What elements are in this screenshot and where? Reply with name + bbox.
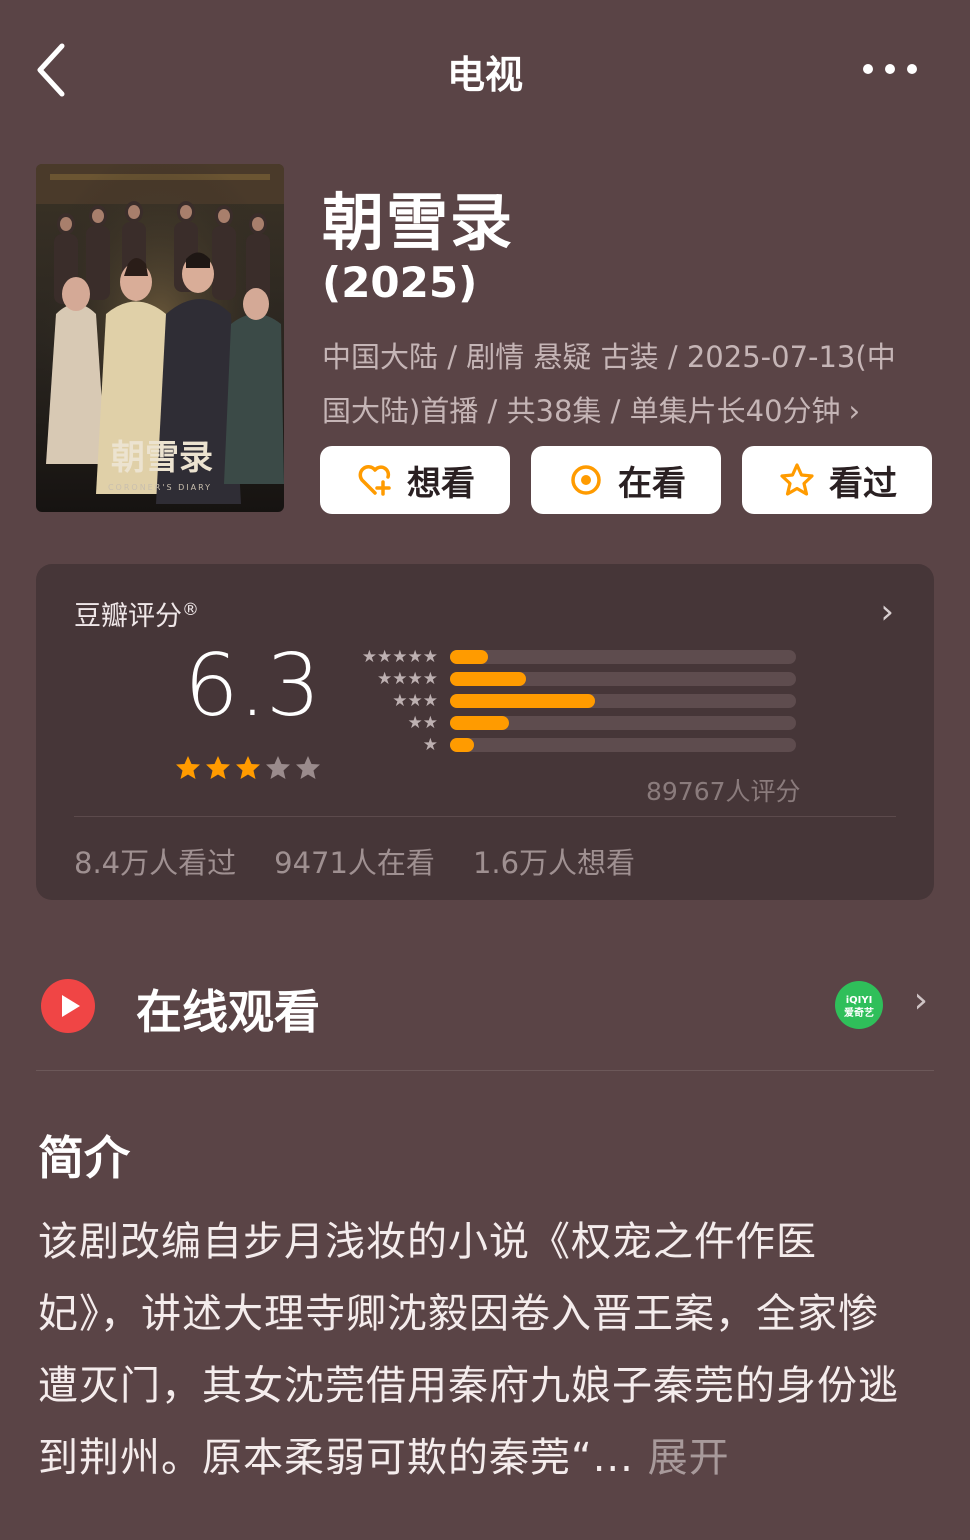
small-star-icon: ★ bbox=[407, 691, 423, 711]
rating-count: 89767人评分 bbox=[646, 777, 801, 806]
histogram-stars: ★ ★ ★ ★ ★ bbox=[348, 647, 438, 667]
stat-want[interactable]: 1.6万人想看 bbox=[473, 840, 635, 882]
want-to-watch-label: 想看 bbox=[407, 463, 475, 504]
show-meta-line-2: 国大陆)首播 / 共38集 / 单集片长40分钟 › bbox=[322, 384, 932, 438]
rating-label: 豆瓣评分® bbox=[74, 594, 199, 633]
chevron-right-icon[interactable]: › bbox=[914, 980, 928, 1021]
histogram-row-5-star: ★ ★ ★ ★ ★ bbox=[348, 647, 796, 667]
want-to-watch-button[interactable]: 想看 bbox=[320, 446, 510, 514]
registered-mark: ® bbox=[182, 600, 199, 620]
histogram-bar bbox=[450, 738, 475, 752]
histogram-bar bbox=[450, 716, 509, 730]
play-icon bbox=[41, 979, 95, 1033]
histogram-track bbox=[450, 694, 796, 708]
top-bar: 电视 bbox=[0, 0, 970, 140]
small-star-icon: ★ bbox=[422, 713, 438, 733]
watching-label: 在看 bbox=[618, 463, 686, 504]
histogram-stars: ★ ★ ★ ★ bbox=[348, 669, 438, 689]
star-empty-icon bbox=[296, 756, 320, 779]
more-horizontal-icon[interactable] bbox=[860, 58, 920, 80]
histogram-row-1-star: ★ bbox=[348, 735, 796, 755]
online-watch-row[interactable]: 在线观看 iQIYI 爱奇艺 › bbox=[36, 968, 934, 1042]
expand-link[interactable]: 展开 bbox=[648, 1435, 730, 1481]
small-star-icon: ★ bbox=[407, 647, 423, 667]
histogram-bar bbox=[450, 694, 596, 708]
histogram-track bbox=[450, 672, 796, 686]
poster-image[interactable]: 朝雪录 CORONER'S DIARY bbox=[36, 164, 284, 512]
star-filled-icon bbox=[236, 756, 260, 779]
histogram-bar bbox=[450, 672, 527, 686]
iqiyi-provider-name: 爱奇艺 bbox=[844, 1006, 874, 1019]
histogram-stars: ★ ★ ★ bbox=[348, 691, 438, 711]
small-star-icon: ★ bbox=[422, 735, 438, 755]
chevron-right-icon: › bbox=[848, 394, 861, 428]
rating-card[interactable]: 豆瓣评分® › 6.3 ★ ★ ★ ★ ★ ★ ★ ★ ★ ★ ★ ★ ★ ★ ★ 89767人评分 8.4… bbox=[36, 564, 934, 900]
show-meta[interactable]: 中国大陆 / 剧情 悬疑 古装 / 2025-07-13(中 国大陆)首播 / … bbox=[322, 330, 932, 438]
rating-stars bbox=[174, 754, 322, 782]
target-icon bbox=[571, 465, 601, 495]
rating-label-text: 豆瓣评分 bbox=[74, 601, 182, 632]
small-star-icon: ★ bbox=[422, 691, 438, 711]
small-star-icon: ★ bbox=[407, 713, 423, 733]
histogram-bar bbox=[450, 650, 489, 664]
histogram-row-3-star: ★ ★ ★ bbox=[348, 691, 796, 711]
show-name: 朝雪录 bbox=[322, 186, 515, 259]
heart-plus-icon bbox=[358, 465, 391, 496]
online-watch-label: 在线观看 bbox=[136, 985, 320, 1039]
stat-watching[interactable]: 9471人在看 bbox=[274, 840, 435, 882]
small-star-icon: ★ bbox=[422, 669, 438, 689]
watching-button[interactable]: 在看 bbox=[531, 446, 721, 514]
iqiyi-logo-text: iQIYI bbox=[846, 995, 873, 1006]
histogram-track bbox=[450, 738, 796, 752]
poster-english-title: CORONER'S DIARY bbox=[108, 483, 212, 492]
histogram-stars: ★ bbox=[348, 735, 438, 755]
intro-body: 该剧改编自步月浅妆的小说《权宠之仵作医妃》，讲述大理寺卿沈毅因卷入晋王案，全家惨… bbox=[38, 1219, 899, 1481]
chevron-right-icon[interactable]: › bbox=[880, 592, 894, 632]
intro-text: 该剧改编自步月浅妆的小说《权宠之仵作医妃》，讲述大理寺卿沈毅因卷入晋王案，全家惨… bbox=[38, 1206, 918, 1494]
poster-calligraphy: 朝雪录 bbox=[111, 438, 213, 478]
show-meta-line-2-text: 国大陆)首播 / 共38集 / 单集片长40分钟 bbox=[322, 394, 841, 428]
rating-score: 6.3 bbox=[184, 636, 321, 736]
histogram-row-4-star: ★ ★ ★ ★ bbox=[348, 669, 796, 689]
small-star-icon: ★ bbox=[392, 691, 408, 711]
watched-button[interactable]: 看过 bbox=[742, 446, 932, 514]
divider bbox=[74, 816, 896, 817]
small-star-icon: ★ bbox=[392, 669, 408, 689]
histogram-track bbox=[450, 650, 796, 664]
small-star-icon: ★ bbox=[392, 647, 408, 667]
intro-heading: 简介 bbox=[38, 1131, 130, 1185]
small-star-icon: ★ bbox=[377, 647, 393, 667]
small-star-icon: ★ bbox=[407, 669, 423, 689]
small-star-icon: ★ bbox=[361, 647, 377, 667]
stat-watched[interactable]: 8.4万人看过 bbox=[74, 840, 236, 882]
divider bbox=[36, 1070, 934, 1071]
histogram-stars: ★ ★ bbox=[348, 713, 439, 733]
star-outline-icon bbox=[780, 463, 814, 496]
star-filled-icon bbox=[176, 756, 200, 779]
star-empty-icon bbox=[266, 756, 290, 779]
small-star-icon: ★ bbox=[422, 647, 438, 667]
show-meta-line-1: 中国大陆 / 剧情 悬疑 古装 / 2025-07-13(中 bbox=[322, 340, 896, 374]
show-year: (2025) bbox=[322, 258, 478, 307]
page-title: 电视 bbox=[446, 53, 523, 97]
watched-label: 看过 bbox=[829, 463, 897, 504]
small-star-icon: ★ bbox=[377, 669, 393, 689]
rating-stats: 8.4万人看过 9471人在看 1.6万人想看 bbox=[74, 840, 635, 882]
histogram-track bbox=[450, 716, 796, 730]
histogram-row-2-star: ★ ★ bbox=[348, 713, 796, 733]
star-filled-icon bbox=[206, 756, 230, 779]
iqiyi-logo-icon[interactable]: iQIYI 爱奇艺 bbox=[834, 980, 884, 1030]
